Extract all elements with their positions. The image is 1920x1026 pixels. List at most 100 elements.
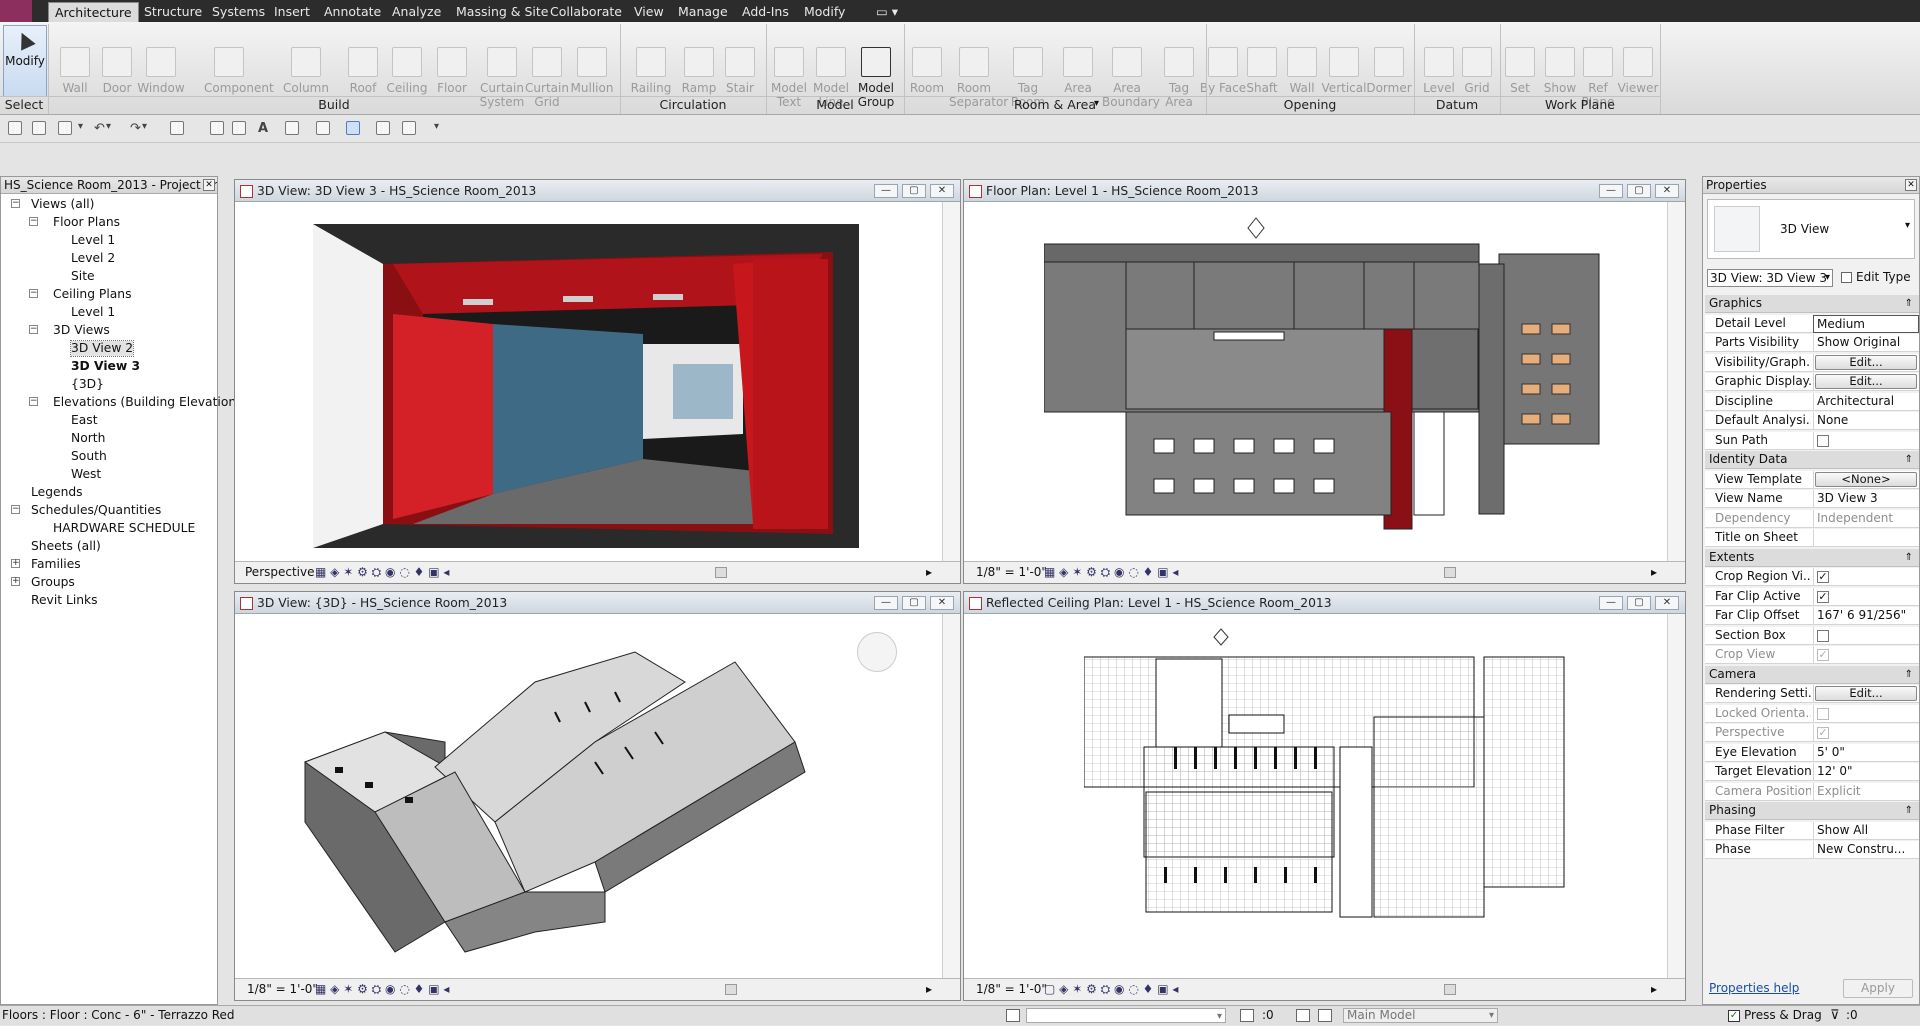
editable-icon[interactable] xyxy=(1240,1009,1254,1022)
maximize-button[interactable]: ▢ xyxy=(902,184,926,198)
column-button[interactable]: Column xyxy=(281,47,331,95)
chevron-down-icon[interactable]: ▾ xyxy=(1094,98,1099,109)
property-value[interactable]: 3D View 3 xyxy=(1813,490,1919,508)
tab-systems[interactable]: Systems xyxy=(206,2,271,22)
tab-annotate[interactable]: Annotate xyxy=(318,2,387,22)
property-value[interactable]: None xyxy=(1813,412,1919,430)
section-icon[interactable] xyxy=(316,121,330,135)
property-checkbox[interactable]: ✓ xyxy=(1817,590,1829,603)
collapse-group-icon[interactable]: ⇑ xyxy=(1905,802,1913,819)
property-value[interactable]: Medium xyxy=(1813,314,1919,333)
design-options-icon[interactable] xyxy=(1296,1009,1310,1022)
property-value[interactable]: New Constru... xyxy=(1813,841,1919,859)
browser-node-groups[interactable]: Groups xyxy=(31,575,75,590)
collapse-icon[interactable]: − xyxy=(11,199,20,208)
viewer-button[interactable]: Viewer xyxy=(1613,47,1663,95)
close-icon[interactable]: ✕ xyxy=(203,179,215,191)
view-control-icons[interactable]: ▦ ◈ ✶ ⚙ ⛭ ◉ ◌ ♦ ▣ ◂ xyxy=(315,562,449,583)
collapse-icon[interactable]: − xyxy=(29,325,38,334)
property-edit-button[interactable]: Edit... xyxy=(1815,686,1917,701)
property-value[interactable]: 167' 6 91/256" xyxy=(1813,607,1919,625)
browser-node-level-1[interactable]: Level 1 xyxy=(71,305,115,320)
tab-insert[interactable]: Insert xyxy=(268,2,316,22)
viewcube-icon[interactable] xyxy=(857,632,897,672)
vertical-scrollbar[interactable] xyxy=(1667,614,1685,978)
property-group-graphics[interactable]: Graphics ⇑ xyxy=(1705,295,1919,313)
component-button[interactable]: Component xyxy=(204,47,274,95)
collapse-icon[interactable]: − xyxy=(29,289,38,298)
collapse-icon[interactable]: − xyxy=(29,217,38,226)
design-option-dropdown[interactable]: Main Model ▾ xyxy=(1343,1008,1498,1023)
area-button[interactable]: Area xyxy=(1053,47,1103,95)
property-checkbox[interactable]: ✓ xyxy=(1817,649,1829,661)
ceiling-button[interactable]: Ceiling xyxy=(382,47,432,95)
apply-button[interactable]: Apply xyxy=(1843,979,1913,998)
scroll-right-icon[interactable]: ▸ xyxy=(926,979,932,1000)
application-menu-icon[interactable] xyxy=(0,0,32,22)
collapse-group-icon[interactable]: ⇑ xyxy=(1905,295,1913,312)
maximize-button[interactable]: ▢ xyxy=(902,596,926,610)
thin-lines-icon[interactable] xyxy=(346,121,360,135)
property-checkbox[interactable]: ✓ xyxy=(1817,727,1829,739)
panel-label-room-area[interactable]: Room & Area xyxy=(904,97,1206,112)
minimize-button[interactable]: — xyxy=(874,596,898,610)
collapse-icon[interactable]: − xyxy=(29,397,38,406)
customize-qat-icon[interactable]: ▾ xyxy=(434,121,446,135)
filter-icon[interactable]: ⊽ xyxy=(1830,1006,1840,1025)
default-3d-view-icon[interactable] xyxy=(285,121,299,135)
property-value[interactable]: Explicit xyxy=(1813,782,1919,801)
browser-node-site[interactable]: Site xyxy=(71,269,95,284)
property-value[interactable]: Independent xyxy=(1813,509,1919,528)
browser-node-south[interactable]: South xyxy=(71,449,107,464)
close-button[interactable]: ✕ xyxy=(1655,184,1679,198)
scroll-right-icon[interactable]: ▸ xyxy=(1651,979,1657,1000)
press-drag-checkbox[interactable]: ✓ xyxy=(1728,1010,1740,1022)
chevron-down-icon[interactable]: ▾ xyxy=(1905,220,1910,231)
close-button[interactable]: ✕ xyxy=(930,596,954,610)
browser-node-schedules-quantities[interactable]: Schedules/Quantities xyxy=(31,503,161,518)
property-group-identity-data[interactable]: Identity Data ⇑ xyxy=(1705,451,1919,469)
browser-node-revit-links[interactable]: Revit Links xyxy=(31,593,98,608)
properties-help-link[interactable]: Properties help xyxy=(1709,981,1799,995)
view-window-3d-view-3[interactable]: 3D View: 3D View 3 - HS_Science Room_201… xyxy=(234,179,961,584)
text-icon[interactable]: A xyxy=(258,121,270,136)
railing-button[interactable]: Railing xyxy=(626,47,676,95)
property-checkbox[interactable] xyxy=(1817,629,1829,642)
tab-massing-site[interactable]: Massing & Site xyxy=(450,2,555,22)
close-icon[interactable]: ✕ xyxy=(1905,179,1917,191)
view-window-3d[interactable]: 3D View: {3D} - HS_Science Room_2013 — ▢… xyxy=(234,591,961,1001)
browser-node-north[interactable]: North xyxy=(71,431,105,446)
redo-icon[interactable]: ↷ xyxy=(130,121,142,136)
sync-dropdown-icon[interactable]: ▾ xyxy=(78,121,90,135)
horizontal-scroll-thumb[interactable] xyxy=(1444,984,1456,995)
view-control-icons[interactable]: ▦ ◈ ✶ ⚙ ⛭ ◉ ◌ ♦ ▣ ◂ xyxy=(1044,562,1178,583)
maximize-button[interactable]: ▢ xyxy=(1627,184,1651,198)
browser-node-3d-views[interactable]: 3D Views xyxy=(53,323,110,338)
property-value[interactable]: 5' 0" xyxy=(1813,743,1919,762)
tag-icon[interactable] xyxy=(232,121,246,135)
collapse-icon[interactable]: − xyxy=(11,505,20,514)
exclude-options-icon[interactable] xyxy=(1318,1009,1332,1022)
browser-node-west[interactable]: West xyxy=(71,467,101,482)
view-control-icons[interactable]: ▢ ◈ ✶ ⚙ ⛭ ◉ ◌ ♦ ▣ ◂ xyxy=(1044,979,1178,1000)
browser-node-3d[interactable]: {3D} xyxy=(71,377,104,392)
property-group-extents[interactable]: Extents ⇑ xyxy=(1705,548,1919,567)
view-control-icons[interactable]: ▦ ◈ ✶ ⚙ ⛭ ◉ ◌ ♦ ▣ ◂ xyxy=(315,979,449,1000)
room-button[interactable]: Room xyxy=(902,47,952,95)
view-scale[interactable]: Perspective xyxy=(245,562,315,583)
close-button[interactable]: ✕ xyxy=(930,184,954,198)
vertical-button[interactable]: Vertical xyxy=(1319,47,1369,95)
view-instance-selector[interactable]: 3D View: 3D View 3 ▾ xyxy=(1707,269,1833,287)
undo-dropdown-icon[interactable]: ▾ xyxy=(106,121,118,135)
property-value[interactable] xyxy=(1813,529,1919,547)
type-selector[interactable]: 3D View ▾ xyxy=(1707,199,1915,259)
expand-icon[interactable]: + xyxy=(11,559,20,568)
browser-node-sheets-all[interactable]: Sheets (all) xyxy=(31,539,101,554)
horizontal-scroll-thumb[interactable] xyxy=(725,984,737,995)
workset-dropdown[interactable]: ▾ xyxy=(1026,1008,1226,1023)
dormer-button[interactable]: Dormer xyxy=(1364,47,1414,95)
property-value[interactable]: 12' 0" xyxy=(1813,763,1919,781)
mullion-button[interactable]: Mullion xyxy=(567,47,617,95)
property-checkbox[interactable] xyxy=(1817,434,1829,447)
close-hidden-windows-icon[interactable] xyxy=(376,121,390,135)
